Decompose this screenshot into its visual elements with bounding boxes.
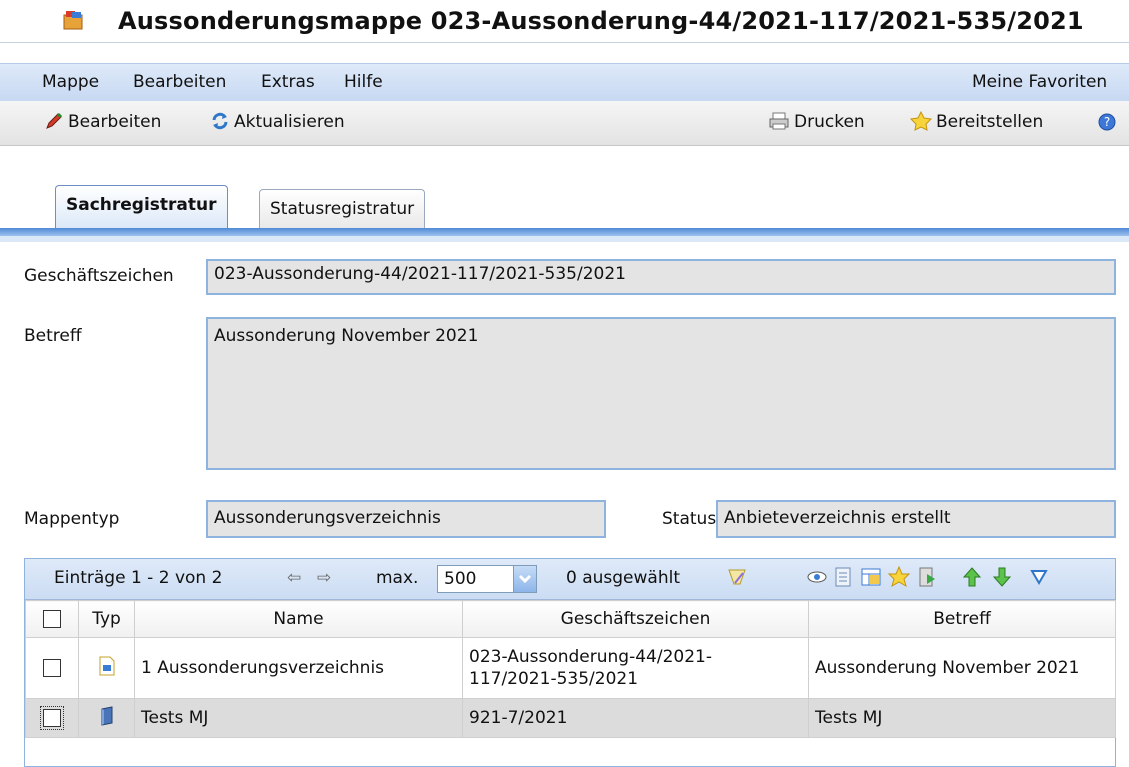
edit-label: Bearbeiten <box>68 112 162 132</box>
status-label: Status <box>662 509 717 529</box>
tab-underline <box>0 228 1129 236</box>
folder-icon <box>63 11 83 30</box>
tab-sachregistratur[interactable]: Sachregistratur <box>55 185 228 229</box>
refresh-button[interactable]: Aktualisieren <box>210 111 345 132</box>
betreff-label: Betreff <box>24 326 82 346</box>
tab-underline-light <box>0 236 1129 242</box>
print-label: Drucken <box>794 112 865 132</box>
row-gz-line2: 117/2021-535/2021 <box>469 669 639 689</box>
provide-button[interactable]: Bereitstellen <box>909 110 1044 132</box>
row-checkbox[interactable] <box>40 706 64 730</box>
column-header-typ[interactable]: Typ <box>78 600 135 638</box>
select-all-checkbox-cell[interactable] <box>25 600 79 638</box>
menu-hilfe[interactable]: Hilfe <box>344 72 383 92</box>
selected-count: 0 ausgewählt <box>566 568 681 588</box>
document-icon <box>78 637 135 699</box>
select-all-checkbox[interactable] <box>43 610 61 628</box>
toolbar: Bearbeiten Aktualisieren Drucken Bereits… <box>0 101 1129 146</box>
export-icon[interactable] <box>915 565 939 594</box>
chevron-down-icon[interactable] <box>513 566 536 592</box>
star-icon <box>909 110 933 131</box>
window-title: Aussonderungsmappe 023-Aussonderung-44/2… <box>118 7 1084 35</box>
betreff-field[interactable]: Aussonderung November 2021 <box>206 317 1116 470</box>
entries-count: Einträge 1 - 2 von 2 <box>54 568 223 588</box>
edit-button[interactable]: Bearbeiten <box>44 111 161 132</box>
menu-bar: Mappe Bearbeiten Extras Hilfe Meine Favo… <box>0 63 1129 102</box>
refresh-label: Aktualisieren <box>234 112 345 132</box>
svg-text:?: ? <box>1104 115 1110 129</box>
geschaeftszeichen-label: Geschäftszeichen <box>24 266 174 286</box>
help-icon: ? <box>1098 113 1116 131</box>
row-checkbox[interactable] <box>43 659 61 677</box>
row-checkbox-cell[interactable] <box>25 637 79 699</box>
menu-favorites[interactable]: Meine Favoriten <box>972 72 1107 92</box>
row-gz-line1: 023-Aussonderung-44/2021- <box>469 647 712 667</box>
pencil-icon <box>46 112 63 129</box>
max-select[interactable]: 500 <box>437 565 537 593</box>
row-betreff: Tests MJ <box>808 698 1116 738</box>
help-button[interactable]: ? <box>1098 112 1120 132</box>
document-grid: Einträge 1 - 2 von 2 ⇦ ⇨ max. 500 0 ausg… <box>24 558 1116 767</box>
binder-icon <box>78 698 135 738</box>
grid-toolbar: Einträge 1 - 2 von 2 ⇦ ⇨ max. 500 0 ausg… <box>25 559 1115 600</box>
favorite-star-icon[interactable] <box>887 565 911 594</box>
table-row[interactable]: 1 Aussonderungsverzeichnis 023-Aussonder… <box>25 637 1116 699</box>
menu-bearbeiten[interactable]: Bearbeiten <box>133 72 226 92</box>
menu-extras[interactable]: Extras <box>261 72 315 92</box>
mappentyp-field[interactable]: Aussonderungsverzeichnis <box>206 500 606 538</box>
mappentyp-label: Mappentyp <box>24 509 120 529</box>
row-name: 1 Aussonderungsverzeichnis <box>134 637 463 699</box>
row-geschaeftszeichen: 921-7/2021 <box>462 698 809 738</box>
column-header-name[interactable]: Name <box>134 600 463 638</box>
tab-strip: Sachregistratur Statusregistratur <box>0 185 1129 233</box>
prev-page-icon[interactable]: ⇦ <box>287 568 301 588</box>
arrow-down-icon[interactable] <box>991 565 1013 594</box>
filter-edit-icon[interactable] <box>725 565 749 594</box>
columns-icon[interactable] <box>859 565 883 594</box>
row-geschaeftszeichen: 023-Aussonderung-44/2021- 117/2021-535/20… <box>462 637 809 699</box>
max-value: 500 <box>444 569 477 589</box>
grid-table: Typ Name Geschäftszeichen Betreff 1 Auss… <box>25 600 1116 738</box>
arrow-up-icon[interactable] <box>961 565 983 594</box>
menu-mappe[interactable]: Mappe <box>42 72 99 92</box>
row-checkbox-cell[interactable] <box>25 698 79 738</box>
column-header-geschaeftszeichen[interactable]: Geschäftszeichen <box>462 600 809 638</box>
max-label: max. <box>376 568 419 588</box>
provide-label: Bereitstellen <box>936 112 1044 132</box>
tab-statusregistratur[interactable]: Statusregistratur <box>259 189 426 228</box>
column-header-betreff[interactable]: Betreff <box>808 600 1116 638</box>
list-icon[interactable] <box>831 565 855 594</box>
printer-icon <box>769 112 789 130</box>
row-betreff: Aussonderung November 2021 <box>808 637 1116 699</box>
geschaeftszeichen-field[interactable]: 023-Aussonderung-44/2021-117/2021-535/20… <box>206 259 1116 295</box>
next-page-icon[interactable]: ⇨ <box>317 568 331 588</box>
title-bar: Aussonderungsmappe 023-Aussonderung-44/2… <box>0 0 1129 43</box>
header-row: Typ Name Geschäftszeichen Betreff <box>25 600 1116 638</box>
eye-icon[interactable] <box>805 565 829 594</box>
filter-triangle-icon[interactable] <box>1029 567 1049 592</box>
status-field[interactable]: Anbieteverzeichnis erstellt <box>716 500 1116 538</box>
refresh-icon <box>212 112 228 130</box>
row-name: Tests MJ <box>134 698 463 738</box>
table-row[interactable]: Tests MJ 921-7/2021 Tests MJ <box>25 698 1116 738</box>
print-button[interactable]: Drucken <box>768 111 865 132</box>
